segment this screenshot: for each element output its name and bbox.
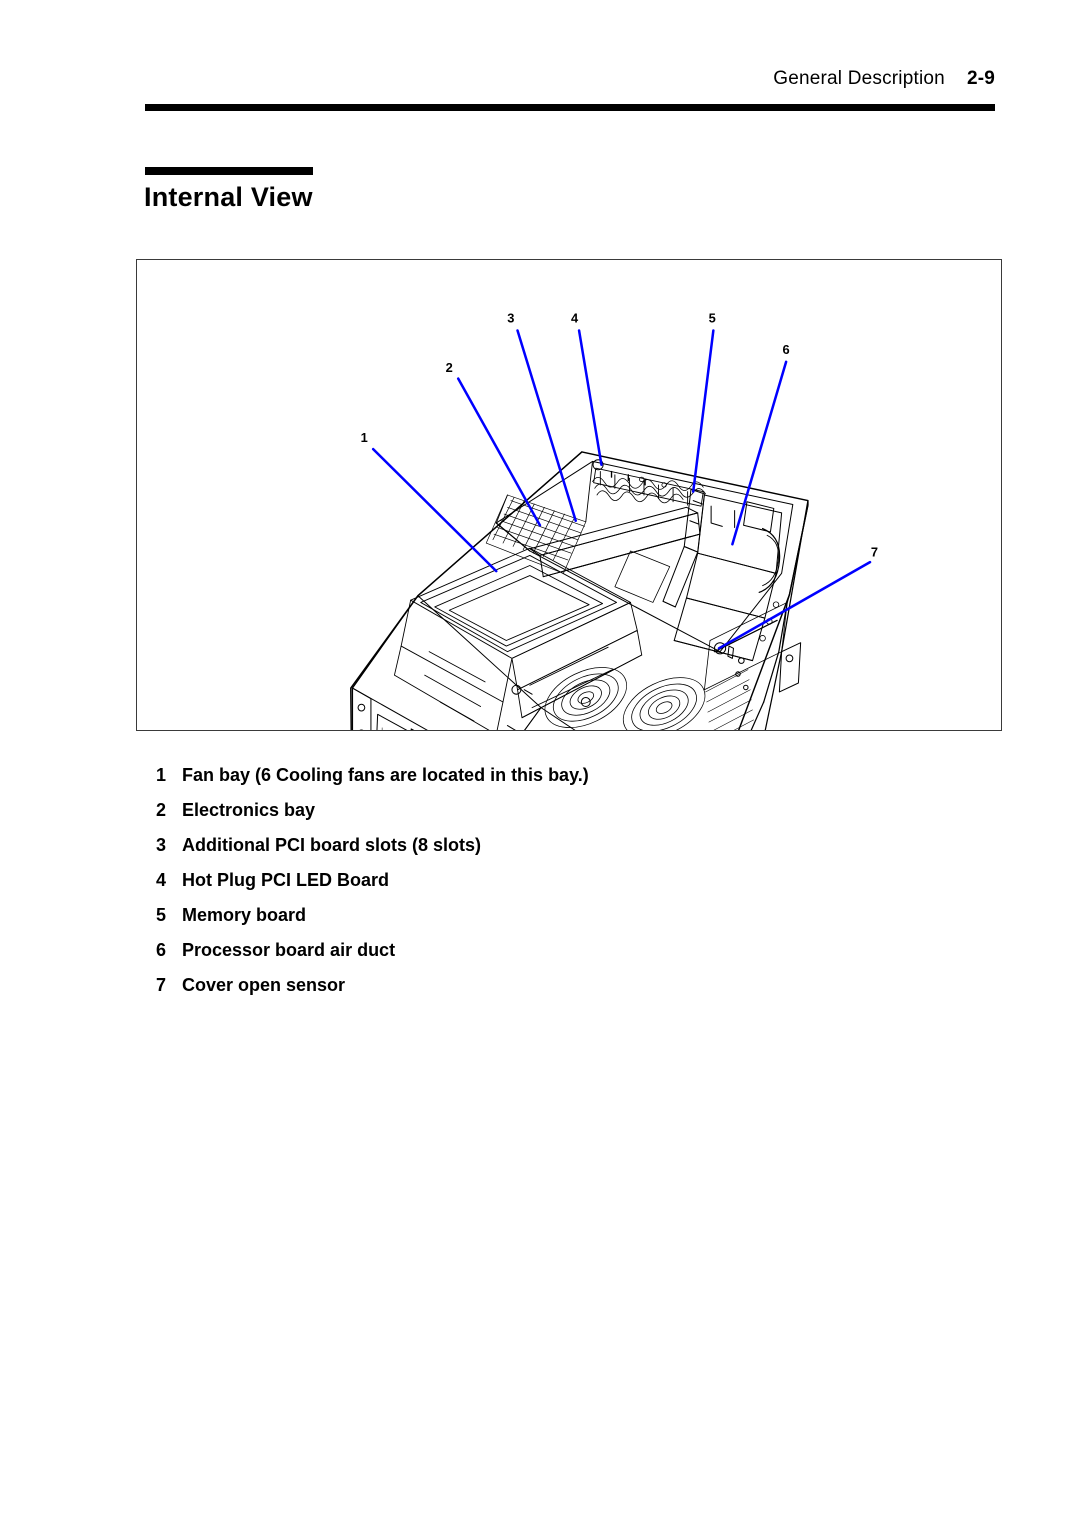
callout-number-7: 7 <box>871 545 878 560</box>
legend-label: Fan bay (6 Cooling fans are located in t… <box>182 765 589 785</box>
legend-label: Electronics bay <box>182 800 316 820</box>
legend-item: 3 Additional PCI board slots (8 slots) <box>136 832 1002 867</box>
callout-leader-line-1 <box>371 447 498 573</box>
callout-number-5: 5 <box>709 311 716 326</box>
callout-number-3: 3 <box>507 311 514 326</box>
legend-number: 6 <box>156 940 167 960</box>
legend-label: Hot Plug PCI LED Board <box>182 870 389 890</box>
callout-leader-line-2 <box>456 377 542 527</box>
page-number: 2-9 <box>966 68 995 89</box>
callout-leader-line-4 <box>577 329 603 467</box>
power-supply-modules <box>376 713 415 730</box>
legend-item: 4 Hot Plug PCI LED Board <box>136 867 1002 902</box>
section-title-rule <box>145 167 313 175</box>
legend-label: Processor board air duct <box>182 940 396 960</box>
legend-label: Cover open sensor <box>182 975 346 995</box>
legend-number: 7 <box>156 975 167 995</box>
legend-item: 7 Cover open sensor <box>136 972 1002 1007</box>
header-chapter-title: General Description <box>773 68 945 89</box>
legend-number: 3 <box>156 835 167 855</box>
legend-number: 5 <box>156 905 167 925</box>
legend-number: 1 <box>156 765 167 785</box>
header-rule <box>145 104 995 111</box>
page-title: Internal View <box>144 182 313 212</box>
callout-number-1: 1 <box>361 430 368 445</box>
callout-leader-line-3 <box>516 329 577 522</box>
figure-legend: 1 Fan bay (6 Cooling fans are located in… <box>136 762 1002 1007</box>
callout-number-2: 2 <box>446 360 453 375</box>
legend-item: 2 Electronics bay <box>136 797 1002 832</box>
server-chassis-illustration: 1 2 3 4 5 6 7 <box>350 311 878 730</box>
legend-number: 2 <box>156 800 167 820</box>
legend-number: 4 <box>156 870 167 890</box>
legend-label: Memory board <box>182 905 307 925</box>
legend-label: Additional PCI board slots (8 slots) <box>182 835 482 855</box>
callout-number-4: 4 <box>571 311 579 326</box>
side-vent <box>705 669 754 730</box>
callout-leader-line-6 <box>731 360 788 546</box>
figure-internal-view: 1 2 3 4 5 6 7 <box>136 259 1002 731</box>
cooling-fan-rotors <box>544 667 706 730</box>
legend-item: 1 Fan bay (6 Cooling fans are located in… <box>136 762 1002 797</box>
page-header: General Description 2-9 <box>145 68 995 90</box>
callout-leader-line-5 <box>691 329 715 493</box>
legend-item: 5 Memory board <box>136 902 1002 937</box>
callout-number-6: 6 <box>783 342 790 357</box>
legend-item: 6 Processor board air duct <box>136 937 1002 972</box>
